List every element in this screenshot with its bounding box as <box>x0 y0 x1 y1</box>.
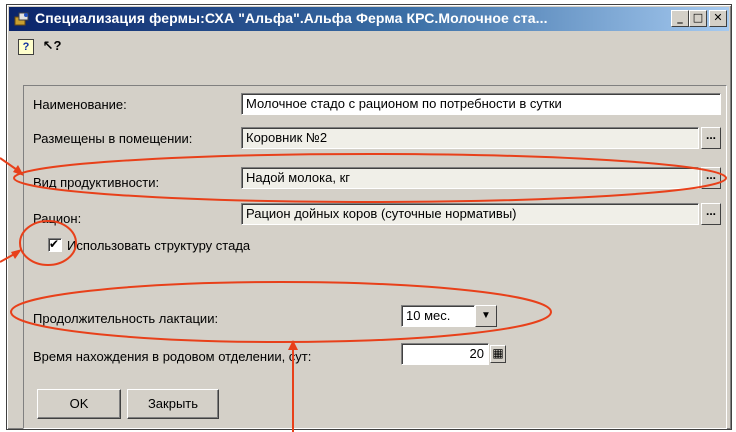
use-structure-label[interactable]: Использовать структуру стада <box>67 238 250 253</box>
ok-button[interactable]: OK <box>37 389 121 419</box>
window-title: Специализация фермы:СХА "Альфа".Альфа Фе… <box>35 10 548 26</box>
minimize-button[interactable]: _ <box>671 10 689 27</box>
location-select-button[interactable]: ... <box>701 127 721 149</box>
dialog-window: Специализация фермы:СХА "Альфа".Альфа Фе… <box>6 4 732 430</box>
productivity-field[interactable]: Надой молока, кг <box>241 167 699 189</box>
help-icon[interactable]: ? <box>15 35 37 57</box>
toolbar: ? ↖? <box>13 35 113 59</box>
name-field[interactable]: Молочное стадо с рационом по потребности… <box>241 93 721 115</box>
maternity-label: Время нахождения в родовом отделении, су… <box>33 349 312 364</box>
lactation-select[interactable]: 10 мес. <box>401 305 475 327</box>
productivity-label: Вид продуктивности: <box>33 175 160 190</box>
lactation-label: Продолжительность лактации: <box>33 311 219 326</box>
name-label: Наименование: <box>33 97 127 112</box>
close-dialog-button[interactable]: Закрыть <box>127 389 219 419</box>
location-label: Размещены в помещении: <box>33 131 193 146</box>
app-icon <box>14 12 29 26</box>
ration-label: Рацион: <box>33 211 82 226</box>
ration-field[interactable]: Рацион дойных коров (суточные нормативы) <box>241 203 699 225</box>
checkmark-icon: ✔ <box>49 237 60 251</box>
location-field[interactable]: Коровник №2 <box>241 127 699 149</box>
maximize-button[interactable]: □ <box>689 10 707 27</box>
close-button[interactable]: ✕ <box>709 10 727 27</box>
calculator-icon[interactable]: ▦ <box>490 345 506 363</box>
title-bar[interactable]: Специализация фермы:СХА "Альфа".Альфа Фе… <box>9 7 729 31</box>
maternity-days-field[interactable]: 20 <box>401 343 489 365</box>
ration-select-button[interactable]: ... <box>701 203 721 225</box>
productivity-select-button[interactable]: ... <box>701 167 721 189</box>
lactation-dropdown-button[interactable]: ▼ <box>475 305 497 327</box>
use-structure-checkbox[interactable]: ✔ <box>48 237 62 252</box>
context-help-icon[interactable]: ↖? <box>41 35 63 57</box>
